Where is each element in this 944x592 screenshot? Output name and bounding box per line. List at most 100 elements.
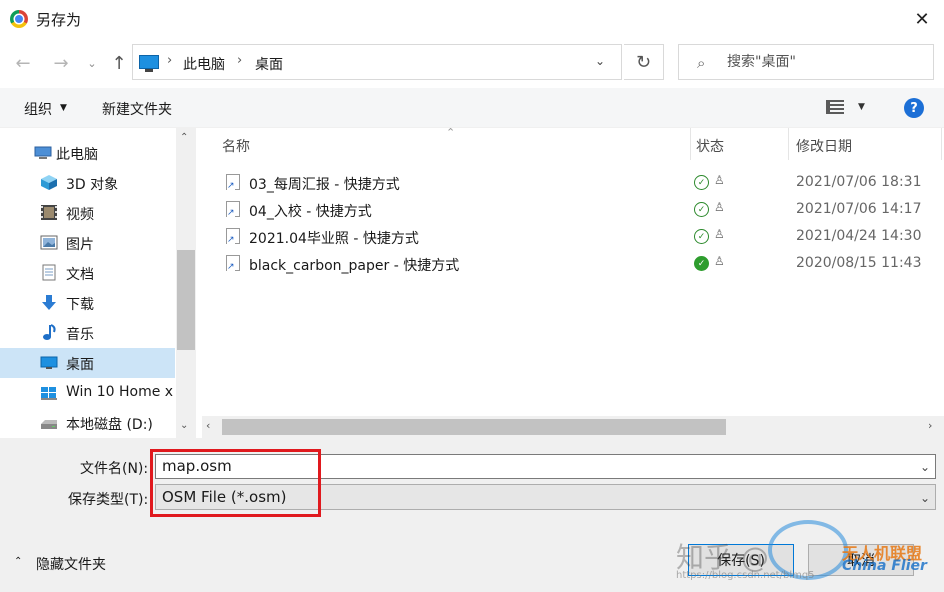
address-bar[interactable]: › 此电脑 › 桌面 ⌄: [132, 44, 622, 80]
document-icon: [42, 264, 56, 281]
sync-status-icon: ✓: [694, 202, 709, 217]
close-button[interactable]: ✕: [900, 2, 944, 36]
sync-status-icon: ✓: [694, 175, 709, 190]
file-date: 2021/04/24 14:30: [796, 228, 922, 244]
scroll-right-icon[interactable]: ›: [928, 419, 932, 432]
sidebar-item-downloads[interactable]: 下载: [0, 288, 175, 318]
sidebar-item-label: 桌面: [66, 357, 94, 373]
file-name: 04_入校 - 快捷方式: [249, 204, 372, 220]
sidebar-item-label: 本地磁盘 (D:): [66, 417, 153, 433]
scroll-down-icon[interactable]: ⌄: [180, 420, 188, 431]
desktop-icon: [40, 356, 58, 369]
user-icon: ♙: [714, 173, 725, 187]
file-row[interactable]: 04_入校 - 快捷方式 ✓ ♙ 2021/07/06 14:17: [196, 196, 944, 223]
pc-icon: [34, 146, 52, 159]
scroll-left-icon[interactable]: ‹: [206, 419, 210, 432]
refresh-button[interactable]: ↻: [624, 44, 664, 80]
recent-locations-button[interactable]: ⌄: [82, 48, 102, 78]
computer-icon: [139, 55, 159, 72]
view-options-icon[interactable]: [826, 100, 844, 114]
disk-icon: [41, 420, 57, 429]
horizontal-scrollbar[interactable]: ‹ ›: [202, 416, 944, 438]
title-bar: 另存为 ✕: [0, 0, 944, 38]
watermark-en-text: China Flier: [842, 558, 927, 574]
file-date: 2021/07/06 18:31: [796, 174, 922, 190]
file-row[interactable]: 03_每周汇报 - 快捷方式 ✓ ♙ 2021/07/06 18:31: [196, 169, 944, 196]
file-name: black_carbon_paper - 快捷方式: [249, 258, 460, 274]
sidebar-scrollbar[interactable]: ⌃ ⌄: [176, 128, 196, 438]
column-header-date-modified[interactable]: 修改日期: [796, 136, 852, 156]
sidebar-item-label: 视频: [66, 207, 94, 223]
user-icon: ♙: [714, 254, 725, 268]
file-row[interactable]: 2021.04毕业照 - 快捷方式 ✓ ♙ 2021/04/24 14:30: [196, 223, 944, 250]
chevron-down-icon[interactable]: ⌄: [595, 54, 605, 68]
sidebar-item-documents[interactable]: 文档: [0, 258, 175, 288]
shortcut-icon: [226, 201, 240, 218]
up-folder-button[interactable]: ↑: [106, 48, 132, 78]
file-date: 2020/08/15 11:43: [796, 255, 922, 271]
help-icon[interactable]: ?: [904, 98, 924, 118]
sidebar-item-label: 图片: [66, 237, 94, 253]
sidebar-item-label: 音乐: [66, 327, 94, 343]
user-icon: ♙: [714, 227, 725, 241]
caret-up-icon[interactable]: ⌃: [14, 556, 22, 567]
navigation-pane: 此电脑 3D 对象 视频 图片 文档 下载 音乐 桌面 Win 10 Home …: [0, 128, 196, 438]
caret-down-icon[interactable]: ▼: [858, 102, 865, 112]
watermark-url: https://blog.csdn.net/blmq5: [676, 570, 815, 581]
sidebar-item-desktop[interactable]: 桌面: [0, 348, 175, 378]
search-box[interactable]: ⌕: [678, 44, 934, 80]
organize-button[interactable]: 组织: [24, 99, 52, 119]
sidebar-item-local-disk-d[interactable]: 本地磁盘 (D:): [0, 408, 175, 438]
file-name: 03_每周汇报 - 快捷方式: [249, 177, 400, 193]
sidebar-item-label: Win 10 Home x: [66, 384, 174, 400]
scrollbar-thumb[interactable]: [177, 250, 195, 350]
column-divider[interactable]: [941, 128, 942, 160]
user-icon: ♙: [714, 200, 725, 214]
shortcut-icon: [226, 255, 240, 272]
sidebar-item-this-pc[interactable]: 此电脑: [0, 138, 175, 168]
breadcrumb-separator-icon[interactable]: ›: [237, 53, 242, 68]
toolbar: 组织 ▼ 新建文件夹 ▼ ?: [0, 88, 944, 128]
caret-down-icon[interactable]: ▼: [60, 103, 67, 113]
breadcrumb-separator-icon[interactable]: ›: [167, 53, 172, 68]
cube-icon: [41, 175, 57, 190]
column-header-name[interactable]: 名称: [222, 136, 250, 156]
video-icon: [41, 205, 57, 220]
file-list: ⌃ 名称 状态 修改日期 03_每周汇报 - 快捷方式 ✓ ♙ 2021/07/…: [196, 126, 944, 438]
sidebar-item-label: 此电脑: [56, 147, 98, 163]
sidebar-item-3d-objects[interactable]: 3D 对象: [0, 168, 175, 198]
sidebar-item-pictures[interactable]: 图片: [0, 228, 175, 258]
hide-folders-toggle[interactable]: 隐藏文件夹: [36, 554, 106, 574]
column-divider[interactable]: [788, 128, 789, 160]
forward-button[interactable]: →: [48, 48, 74, 78]
picture-icon: [40, 235, 58, 250]
filetype-label: 保存类型(T):: [68, 492, 149, 508]
search-input[interactable]: [727, 51, 927, 73]
column-header-status[interactable]: 状态: [696, 136, 724, 156]
sidebar-item-music[interactable]: 音乐: [0, 318, 175, 348]
window-title: 另存为: [36, 11, 82, 29]
sort-ascending-icon: ⌃: [446, 126, 456, 139]
highlight-annotation: [150, 449, 321, 517]
shortcut-icon: [226, 174, 240, 191]
back-button[interactable]: ←: [10, 48, 36, 78]
breadcrumb-desktop[interactable]: 桌面: [255, 54, 283, 74]
chevron-down-icon[interactable]: ⌄: [920, 460, 930, 474]
download-icon: [42, 295, 56, 310]
search-icon: ⌕: [697, 54, 706, 72]
sync-status-icon: ✓: [694, 229, 709, 244]
breadcrumb-this-pc[interactable]: 此电脑: [183, 54, 225, 74]
sync-status-icon: ✓: [694, 256, 709, 271]
scrollbar-thumb[interactable]: [222, 419, 726, 435]
column-divider[interactable]: [690, 128, 691, 160]
sidebar-item-label: 下载: [66, 297, 94, 313]
chevron-down-icon[interactable]: ⌄: [920, 491, 930, 505]
music-icon: [43, 324, 56, 340]
new-folder-button[interactable]: 新建文件夹: [102, 99, 172, 119]
file-row[interactable]: black_carbon_paper - 快捷方式 ✓ ♙ 2020/08/15…: [196, 250, 944, 277]
file-date: 2021/07/06 14:17: [796, 201, 922, 217]
sidebar-item-win10-drive[interactable]: Win 10 Home x: [0, 378, 175, 408]
shortcut-icon: [226, 228, 240, 245]
sidebar-item-videos[interactable]: 视频: [0, 198, 175, 228]
scroll-up-icon[interactable]: ⌃: [180, 132, 188, 143]
